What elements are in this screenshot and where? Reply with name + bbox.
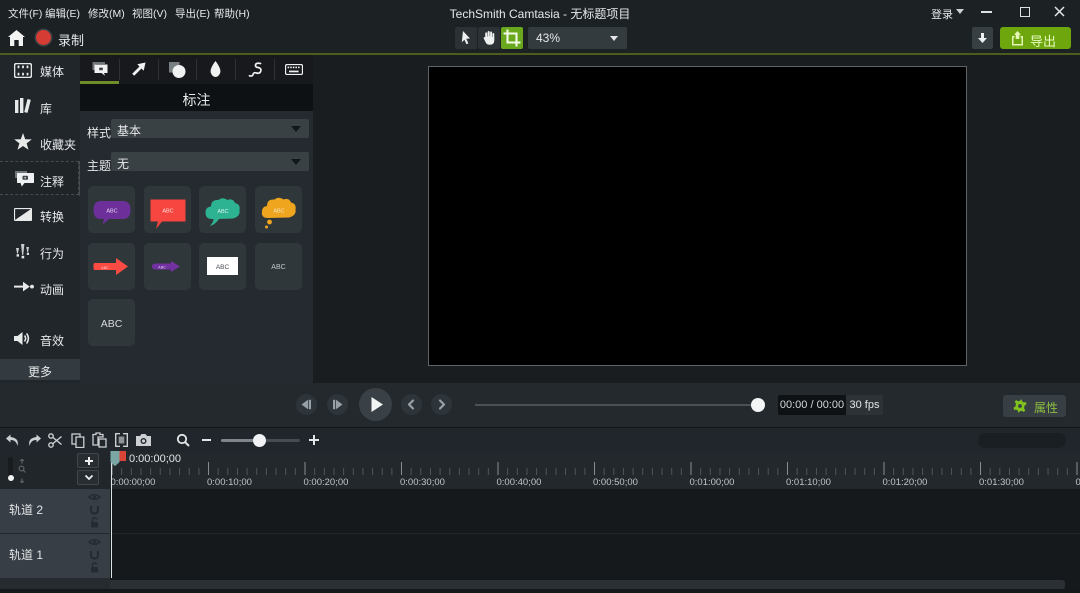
svg-text:0:01:40;00: 0:01:40;00 (1076, 477, 1080, 488)
svg-text:ABC: ABC (217, 209, 228, 215)
svg-text:ABC: ABC (271, 264, 285, 271)
svg-text:0:01:20;00: 0:01:20;00 (883, 477, 928, 488)
svg-text:ABC: ABC (101, 318, 123, 330)
svg-text:0:00:40;00: 0:00:40;00 (497, 477, 542, 488)
svg-text:ABC: ABC (158, 265, 166, 269)
svg-text:ABC: ABC (273, 209, 284, 215)
svg-text:0:00:30;00: 0:00:30;00 (400, 477, 445, 488)
svg-text:ABC: ABC (162, 209, 173, 215)
svg-text:0:00:00;00: 0:00:00;00 (111, 477, 156, 488)
svg-text:ABC: ABC (106, 209, 117, 215)
svg-text:0:00:20;00: 0:00:20;00 (304, 477, 349, 488)
svg-text:0:00:50;00: 0:00:50;00 (593, 477, 638, 488)
svg-text:0:00:10;00: 0:00:10;00 (207, 477, 252, 488)
svg-text:0:01:10;00: 0:01:10;00 (786, 477, 831, 488)
svg-text:0:01:30;00: 0:01:30;00 (979, 477, 1024, 488)
svg-text:ABC: ABC (216, 264, 230, 271)
svg-text:ABC: ABC (101, 265, 109, 269)
svg-text:0:01:00;00: 0:01:00;00 (690, 477, 735, 488)
